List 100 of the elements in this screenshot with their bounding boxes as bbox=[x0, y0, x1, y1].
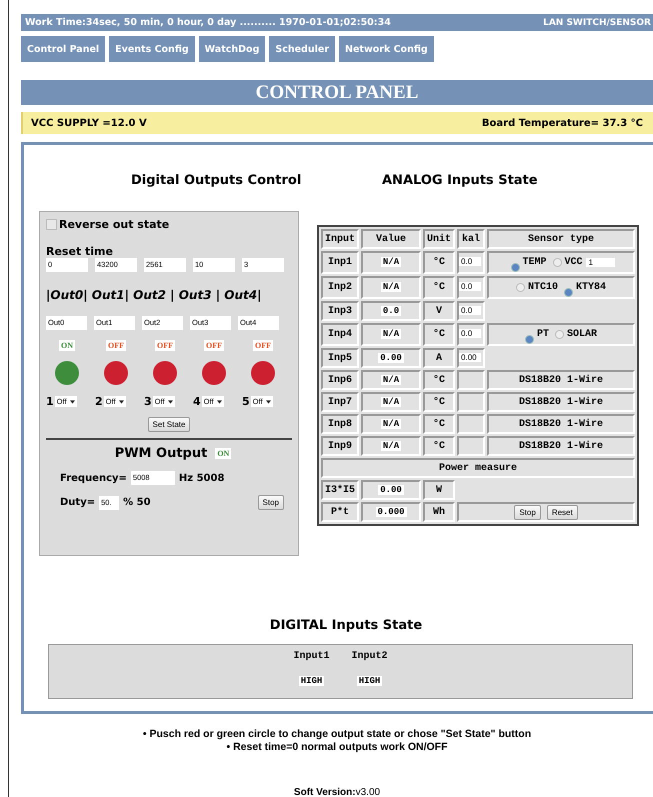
duty-label: Duty= bbox=[60, 497, 96, 508]
table-cell: N/A bbox=[361, 276, 422, 299]
outputs-header: |Out0| Out1| Out2 | Out3 | Out4| bbox=[46, 288, 263, 302]
radio-button[interactable] bbox=[555, 330, 564, 339]
table-cell: °C bbox=[423, 251, 456, 274]
device-name: LAN SWITCH/SENSOR bbox=[543, 18, 651, 28]
radio-button[interactable] bbox=[564, 288, 574, 297]
output-toggle-circle[interactable] bbox=[153, 361, 177, 385]
power-button[interactable]: Stop bbox=[514, 504, 541, 520]
table-cell: N/A bbox=[361, 370, 422, 390]
work-time: Work Time:34sec, 50 min, 0 hour, 0 day .......... 1970-01-01;02:50:34 bbox=[25, 17, 391, 28]
frequency-label: Frequency= bbox=[60, 472, 127, 484]
output-state: OFF bbox=[204, 340, 224, 351]
table-cell: °C bbox=[423, 392, 456, 412]
table-cell: °C bbox=[423, 370, 456, 390]
table-cell: W bbox=[423, 480, 456, 500]
table-cell: 0.000 bbox=[361, 502, 422, 522]
radio-button[interactable] bbox=[552, 258, 562, 267]
radio-label: TEMP bbox=[522, 257, 547, 268]
pwm-state: ON bbox=[215, 448, 232, 459]
table-cell: P*t bbox=[321, 502, 360, 522]
output-number: 5 bbox=[242, 395, 250, 408]
table-cell: DS18B20 1-Wire bbox=[487, 370, 636, 390]
table-cell: Inp1 bbox=[321, 251, 360, 274]
table-cell: N/A bbox=[361, 323, 422, 346]
output-toggle-circle[interactable] bbox=[202, 361, 226, 385]
output-number: 3 bbox=[144, 395, 152, 408]
column-header: Sensor type bbox=[487, 229, 636, 249]
table-cell: I3*I5 bbox=[321, 480, 360, 500]
duty-reading: % 50 bbox=[123, 497, 151, 508]
section-heading: ANALOG Inputs State bbox=[381, 173, 539, 190]
set-state-button[interactable]: Set State bbox=[148, 417, 190, 432]
output-number: 1 bbox=[46, 395, 54, 408]
output-state: OFF bbox=[155, 340, 175, 351]
table-cell bbox=[457, 436, 486, 456]
table-cell: 0.00 bbox=[361, 348, 422, 368]
table-cell: Inp6 bbox=[321, 370, 360, 390]
table-cell: Inp7 bbox=[321, 392, 360, 412]
radio-label: KTY84 bbox=[576, 282, 606, 293]
input-state: HIGH bbox=[298, 676, 324, 686]
table-cell bbox=[457, 414, 486, 434]
table-cell: N/A bbox=[361, 392, 422, 412]
column-header: Unit bbox=[423, 229, 456, 249]
board-temperature: Board Temperature= 37.3 °C bbox=[482, 118, 643, 128]
calibration-field[interactable]: 0.0 bbox=[459, 257, 482, 266]
reset-time-label: Reset time bbox=[46, 245, 114, 258]
pwm-title: PWM Output bbox=[114, 446, 208, 461]
caret-icon bbox=[70, 400, 75, 404]
section-row: Power measure bbox=[321, 458, 636, 478]
table-cell: N/A bbox=[361, 436, 422, 456]
table-cell: Inp3 bbox=[321, 301, 360, 321]
checkbox[interactable] bbox=[46, 219, 57, 230]
output-state: ON bbox=[59, 340, 75, 351]
table-cell: DS18B20 1-Wire bbox=[487, 436, 636, 456]
radio-label: PT bbox=[537, 329, 550, 340]
output-number: 2 bbox=[95, 395, 103, 408]
output-toggle-circle[interactable] bbox=[55, 361, 79, 385]
calibration-field[interactable]: 0.00 bbox=[459, 352, 482, 362]
input-name: Input2 bbox=[352, 651, 388, 662]
table-cell: N/A bbox=[361, 251, 422, 274]
column-header: Value bbox=[361, 229, 422, 249]
radio-label: NTC10 bbox=[528, 282, 558, 293]
table-cell bbox=[457, 370, 486, 390]
table-cell: DS18B20 1-Wire bbox=[487, 414, 636, 434]
note-text: Pusch red or green circle to change output state or chose "Set State" button bbox=[150, 728, 532, 740]
radio-label: SOLAR bbox=[567, 329, 598, 340]
table-cell bbox=[457, 392, 486, 412]
table-cell: A bbox=[423, 348, 456, 368]
table-cell: Wh bbox=[423, 502, 456, 522]
sensor-field[interactable]: 1 bbox=[586, 258, 615, 267]
version-number: v3.00 bbox=[356, 787, 380, 797]
frequency-reading: Hz 5008 bbox=[178, 472, 224, 484]
table-cell: °C bbox=[423, 436, 456, 456]
table-cell: 0.00 bbox=[361, 480, 422, 500]
section-heading: Digital Outputs Control bbox=[130, 173, 299, 190]
calibration-field[interactable]: 0.0 bbox=[459, 329, 482, 338]
table-cell: Inp9 bbox=[321, 436, 360, 456]
output-toggle-circle[interactable] bbox=[104, 361, 128, 385]
table-cell: Inp4 bbox=[321, 323, 360, 346]
column-header: kal bbox=[457, 229, 486, 249]
stop-button[interactable]: Stop bbox=[258, 495, 284, 510]
radio-button[interactable] bbox=[525, 335, 534, 344]
output-toggle-circle[interactable] bbox=[251, 361, 275, 385]
section-heading: DIGITAL Inputs State bbox=[268, 618, 424, 635]
table-cell: Inp5 bbox=[321, 348, 360, 368]
input-state: HIGH bbox=[356, 676, 382, 686]
calibration-field[interactable]: 0.0 bbox=[459, 282, 482, 291]
version-label: Soft Version: bbox=[294, 787, 356, 797]
radio-button[interactable] bbox=[510, 263, 520, 272]
calibration-field[interactable]: 0.0 bbox=[459, 306, 482, 314]
caret-icon bbox=[168, 400, 173, 404]
input-name: Input1 bbox=[293, 651, 330, 662]
output-state: OFF bbox=[106, 340, 126, 351]
table-cell: N/A bbox=[361, 414, 422, 434]
power-button[interactable]: Reset bbox=[546, 504, 578, 520]
caret-icon bbox=[266, 400, 271, 404]
radio-button[interactable] bbox=[516, 283, 526, 292]
column-header: Input bbox=[321, 229, 360, 249]
page-title: CONTROL PANEL bbox=[21, 80, 653, 105]
caret-icon bbox=[118, 400, 124, 404]
